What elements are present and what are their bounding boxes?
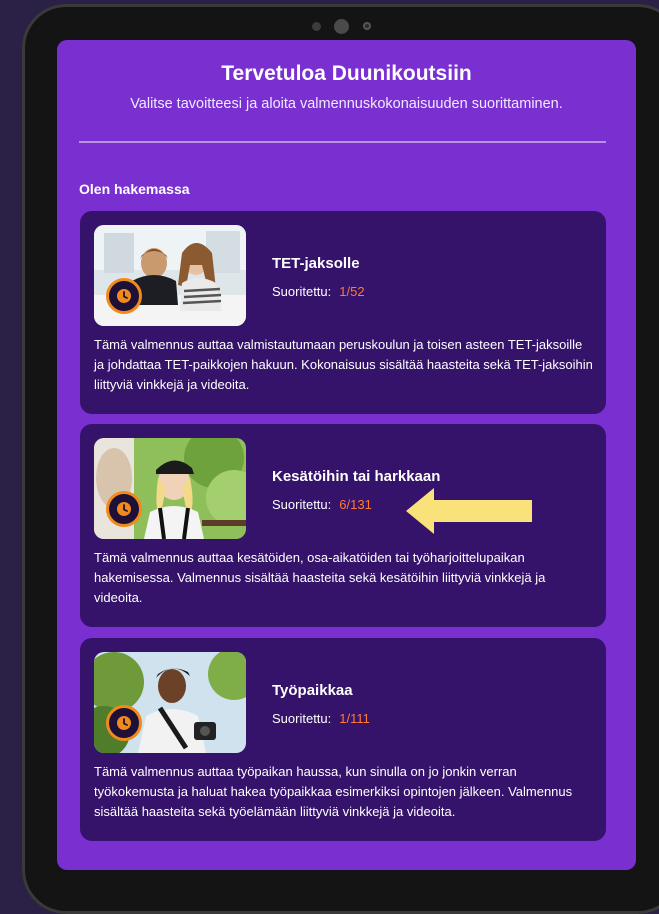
progress-value: 1/111 — [339, 711, 370, 726]
card-image — [94, 225, 246, 326]
progress-text: Suoritettu: 1/111 — [272, 711, 370, 726]
card-description: Tämä valmennus auttaa työpaikan haussa, … — [94, 764, 573, 819]
progress-text: Suoritettu: 6/131 — [272, 497, 372, 512]
sensor-dot — [312, 22, 321, 31]
progress-label: Suoritettu: — [272, 711, 332, 726]
progress-value: 1/52 — [339, 284, 365, 299]
clock-badge — [106, 705, 142, 741]
card-image — [94, 438, 246, 539]
course-card-tet[interactable]: TET-jaksolle Suoritettu: 1/52 Tämä valmen… — [80, 211, 606, 414]
progress-label: Suoritettu: — [272, 497, 332, 512]
progress-value: 6/131 — [339, 497, 372, 512]
app-screen: Tervetuloa Duunikoutsiin Valitse tavoitt… — [57, 40, 636, 870]
card-title: TET-jaksolle — [272, 255, 360, 272]
card-image — [94, 652, 246, 753]
highlight-arrow — [406, 488, 532, 534]
camera-bar — [310, 16, 380, 38]
clock-icon — [117, 716, 131, 730]
section-heading: Olen hakemassa — [79, 181, 190, 197]
card-description: Tämä valmennus auttaa valmistautumaan pe… — [94, 337, 593, 392]
page-title: Tervetuloa Duunikoutsiin — [221, 62, 472, 85]
clock-icon — [117, 502, 131, 516]
clock-badge — [106, 491, 142, 527]
card-description: Tämä valmennus auttaa kesätöiden, osa-ai… — [94, 550, 546, 605]
course-card-job[interactable]: Työpaikkaa Suoritettu: 1/111 Tämä valmenn… — [80, 638, 606, 841]
progress-label: Suoritettu: — [272, 284, 332, 299]
clock-badge — [106, 278, 142, 314]
camera-lens — [334, 19, 349, 34]
clock-icon — [117, 289, 131, 303]
progress-text: Suoritettu: 1/52 — [272, 284, 365, 299]
sensor-dot — [363, 22, 371, 30]
card-title: Kesätöihin tai harkkaan — [272, 468, 441, 485]
card-title: Työpaikkaa — [272, 682, 353, 699]
page-subtitle: Valitse tavoitteesi ja aloita valmennusk… — [130, 96, 563, 112]
divider — [79, 141, 606, 143]
